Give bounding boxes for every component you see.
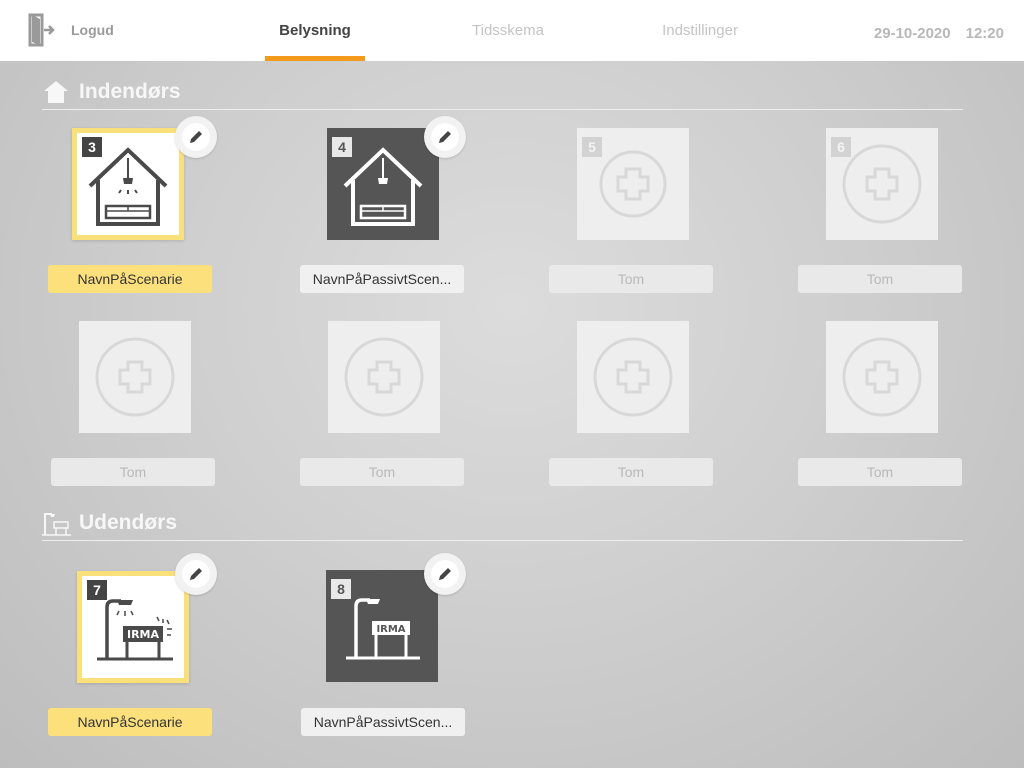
edit-button[interactable] <box>424 553 466 595</box>
section-outdoor-title: Udendørs <box>79 511 178 534</box>
tab-label: Tidsskema <box>472 22 544 39</box>
scene-tile-7[interactable]: IRMA 7 <box>77 571 189 683</box>
scene-label[interactable]: NavnPåPassivtScen... <box>300 265 464 293</box>
section-outdoor-header: Udendørs <box>42 511 963 541</box>
edit-button[interactable] <box>424 116 466 158</box>
scene-number: 4 <box>332 137 352 157</box>
pencil-icon <box>190 131 202 143</box>
house-icon <box>44 81 68 103</box>
logout-icon <box>28 13 55 47</box>
scene-tile-4[interactable]: 4 <box>327 128 439 240</box>
scene-label[interactable]: Tom <box>549 458 713 486</box>
scene-label[interactable]: NavnPåScenarie <box>48 708 212 736</box>
scene-number: 8 <box>331 579 351 599</box>
empty-scene-tile-5[interactable]: 5 <box>577 128 689 240</box>
pencil-icon <box>439 568 451 580</box>
plus-circle-icon <box>842 337 922 417</box>
scene-label[interactable]: Tom <box>798 458 962 486</box>
tab-belysning[interactable]: Belysning <box>265 0 365 61</box>
pencil-icon <box>190 568 202 580</box>
tab-indstillinger[interactable]: Indstillinger <box>650 0 750 61</box>
empty-scene-tile[interactable] <box>826 321 938 433</box>
edit-button[interactable] <box>175 553 217 595</box>
tab-label: Indstillinger <box>662 22 738 39</box>
scene-label[interactable]: Tom <box>549 265 713 293</box>
pencil-icon <box>439 131 451 143</box>
scene-number: 5 <box>582 137 602 157</box>
top-bar: Logud Belysning Tidsskema Indstillinger … <box>0 0 1024 61</box>
empty-scene-tile[interactable] <box>577 321 689 433</box>
plus-circle-icon <box>95 337 175 417</box>
svg-text:IRMA: IRMA <box>127 628 160 641</box>
scene-label[interactable]: Tom <box>51 458 215 486</box>
section-indoor-title: Indendørs <box>79 80 181 103</box>
empty-scene-tile[interactable] <box>328 321 440 433</box>
svg-text:IRMA: IRMA <box>376 624 405 635</box>
section-indoor-header: Indendørs <box>42 80 963 110</box>
logout-button[interactable]: Logud <box>26 13 114 47</box>
edit-button[interactable] <box>175 116 217 158</box>
logout-label: Logud <box>71 22 114 38</box>
scene-label[interactable]: NavnPåPassivtScen... <box>301 708 465 736</box>
date-text: 29-10-2020 <box>873 24 951 42</box>
scene-number: 7 <box>87 580 107 600</box>
datetime: 29-10-2020 12:20 <box>874 0 1004 66</box>
time-text: 12:20 <box>965 24 1004 42</box>
scene-label[interactable]: Tom <box>300 458 464 486</box>
scene-tile-8[interactable]: IRMA 8 <box>326 570 438 682</box>
empty-scene-tile-6[interactable]: 6 <box>826 128 938 240</box>
plus-circle-icon <box>344 337 424 417</box>
streetlamp-icon <box>42 513 71 536</box>
plus-circle-icon <box>593 337 673 417</box>
empty-scene-tile[interactable] <box>79 321 191 433</box>
tab-label: Belysning <box>279 22 351 39</box>
tab-tidsskema[interactable]: Tidsskema <box>458 0 558 61</box>
scene-tile-3[interactable]: 3 <box>72 128 184 240</box>
scene-label[interactable]: NavnPåScenarie <box>48 265 212 293</box>
scene-number: 6 <box>831 137 851 157</box>
scene-number: 3 <box>82 137 102 157</box>
scene-label[interactable]: Tom <box>798 265 962 293</box>
